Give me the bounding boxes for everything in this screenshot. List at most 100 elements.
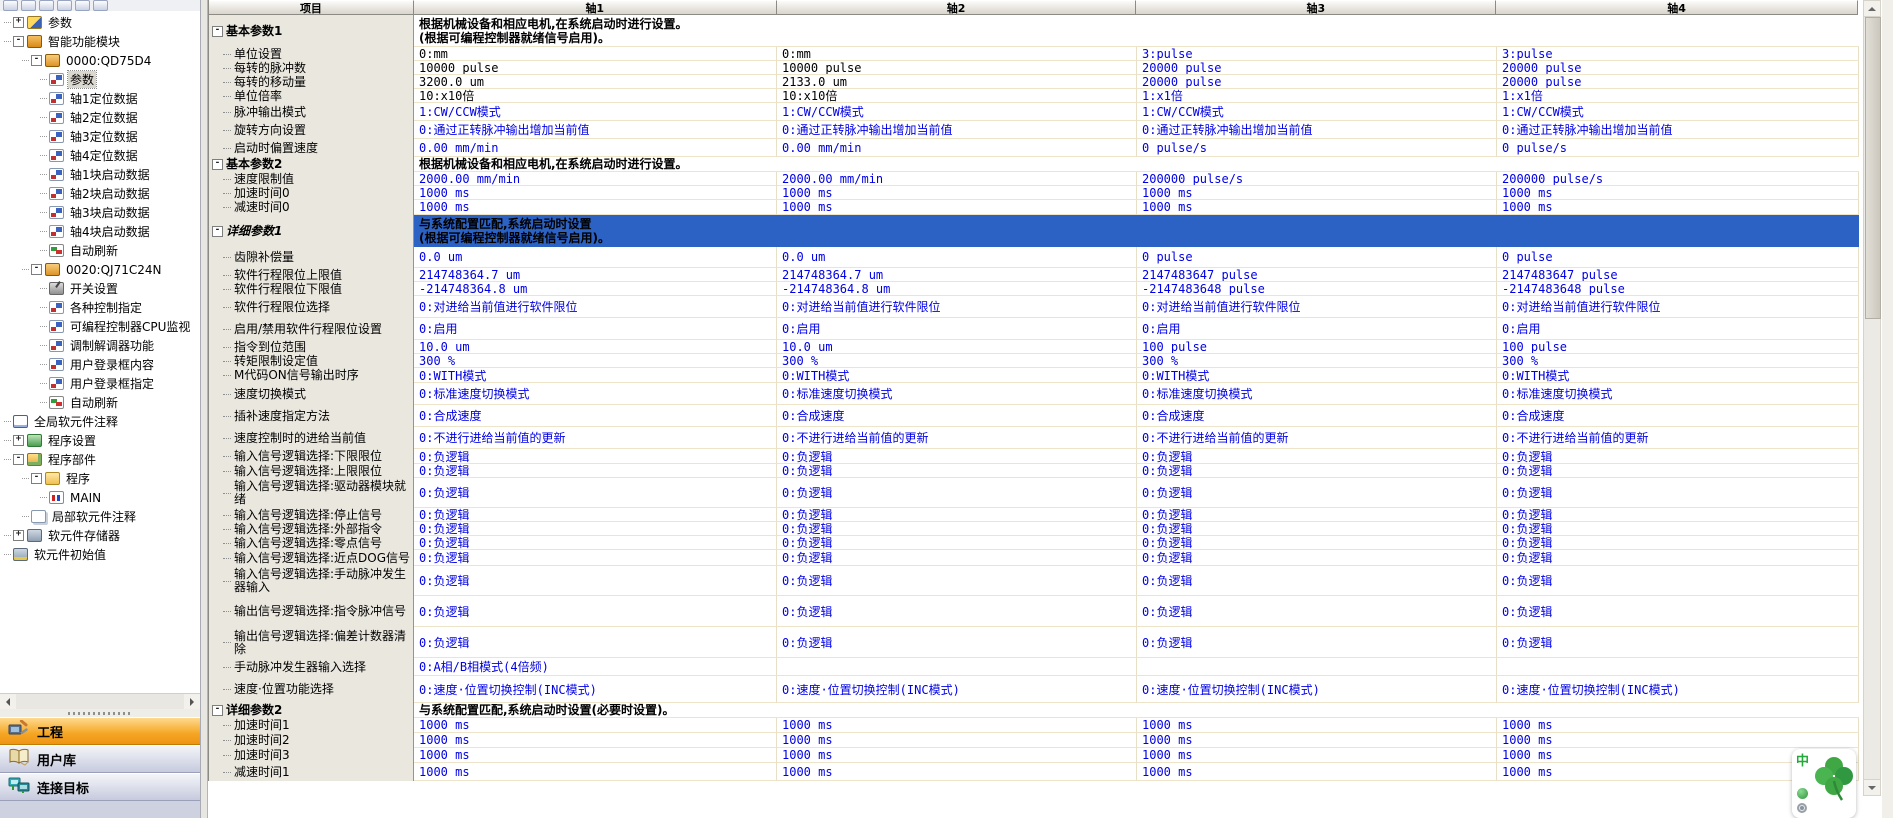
collapse-minus-icon[interactable]: - xyxy=(31,473,42,484)
parameter-value-cell-axis3[interactable]: 100 pulse xyxy=(1137,340,1497,354)
parameter-value-cell-axis1[interactable]: 10:x10倍 xyxy=(414,89,777,103)
parameter-value-cell-axis3[interactable] xyxy=(1137,658,1497,676)
parameter-value-cell-axis1[interactable]: 0:负逻辑 xyxy=(414,478,777,508)
parameter-value-cell-axis1[interactable]: 1000 ms xyxy=(414,733,777,748)
parameter-value-cell-axis4[interactable]: -2147483648 pulse xyxy=(1497,282,1859,296)
expand-plus-icon[interactable]: + xyxy=(13,17,24,28)
parameter-value-cell-axis1[interactable]: 0:负逻辑 xyxy=(414,508,777,522)
parameter-value-cell-axis4[interactable]: 200000 pulse/s xyxy=(1497,172,1859,186)
parameter-value-cell-axis4[interactable]: 3:pulse xyxy=(1497,47,1859,61)
grid-vertical-scrollbar[interactable] xyxy=(1863,0,1881,796)
parameter-value-cell-axis4[interactable]: 1000 ms xyxy=(1497,200,1859,215)
parameter-value-cell-axis4[interactable]: 100 pulse xyxy=(1497,340,1859,354)
parameter-value-cell-axis2[interactable]: 0:标准速度切换模式 xyxy=(777,383,1137,405)
parameter-value-cell-axis1[interactable]: 214748364.7 um xyxy=(414,268,777,282)
parameter-value-cell-axis1[interactable]: 3200.0 um xyxy=(414,75,777,89)
parameter-value-cell-axis4[interactable]: 0:通过正转脉冲输出增加当前值 xyxy=(1497,121,1859,139)
group-description-cell[interactable]: 与系统配置匹配,系统启动时设置(必要时设置)。 xyxy=(414,703,1859,718)
parameter-value-cell-axis2[interactable]: 0:负逻辑 xyxy=(777,566,1137,596)
tree-item[interactable]: 软元件初始值 xyxy=(0,545,200,564)
parameter-value-cell-axis2[interactable]: 0:合成速度 xyxy=(777,405,1137,427)
scroll-left-arrow-icon[interactable] xyxy=(0,694,16,710)
parameter-value-cell-axis3[interactable]: 0:通过正转脉冲输出增加当前值 xyxy=(1137,121,1497,139)
parameter-value-cell-axis1[interactable]: 1000 ms xyxy=(414,186,777,200)
parameter-value-cell-axis1[interactable]: 0:通过正转脉冲输出增加当前值 xyxy=(414,121,777,139)
parameter-value-cell-axis4[interactable]: 1000 ms xyxy=(1497,186,1859,200)
parameter-value-cell-axis1[interactable]: 0:负逻辑 xyxy=(414,536,777,550)
parameter-value-cell-axis3[interactable]: 0:负逻辑 xyxy=(1137,522,1497,536)
collapse-minus-icon[interactable]: - xyxy=(212,705,223,716)
parameter-value-cell-axis4[interactable]: 0:负逻辑 xyxy=(1497,449,1859,464)
parameter-value-cell-axis2[interactable]: 0:负逻辑 xyxy=(777,464,1137,478)
parameter-value-cell-axis2[interactable]: 0:负逻辑 xyxy=(777,449,1137,464)
toolbar-mini-button[interactable] xyxy=(39,0,54,11)
tree-item[interactable]: 轴2定位数据 xyxy=(0,108,200,127)
parameter-value-cell-axis2[interactable]: 1000 ms xyxy=(777,733,1137,748)
parameter-value-cell-axis2[interactable]: 0:负逻辑 xyxy=(777,536,1137,550)
tree-item[interactable]: 轴4块启动数据 xyxy=(0,222,200,241)
collapse-minus-icon[interactable]: - xyxy=(31,264,42,275)
parameter-value-cell-axis4[interactable]: 0 pulse xyxy=(1497,247,1859,268)
tree-item[interactable]: 轴3定位数据 xyxy=(0,127,200,146)
parameter-value-cell-axis2[interactable]: 10:x10倍 xyxy=(777,89,1137,103)
tree-item[interactable]: 局部软元件注释 xyxy=(0,507,200,526)
parameter-value-cell-axis1[interactable]: 10000 pulse xyxy=(414,61,777,75)
parameter-value-cell-axis4[interactable]: 0:负逻辑 xyxy=(1497,536,1859,550)
parameter-value-cell-axis1[interactable]: 0:标准速度切换模式 xyxy=(414,383,777,405)
parameter-value-cell-axis3[interactable]: 0:速度·位置切换控制(INC模式) xyxy=(1137,676,1497,703)
scrollbar-track[interactable] xyxy=(16,694,184,710)
collapse-minus-icon[interactable]: - xyxy=(212,226,223,237)
parameter-value-cell-axis3[interactable]: 0:负逻辑 xyxy=(1137,550,1497,566)
parameter-value-cell-axis3[interactable]: 1000 ms xyxy=(1137,186,1497,200)
tree-item[interactable]: 用户登录框内容 xyxy=(0,355,200,374)
tree-item[interactable]: +参数 xyxy=(0,13,200,32)
parameter-value-cell-axis4[interactable]: 0:负逻辑 xyxy=(1497,596,1859,627)
parameter-value-cell-axis1[interactable]: 0:WITH模式 xyxy=(414,368,777,383)
parameter-value-cell-axis3[interactable]: 0:合成速度 xyxy=(1137,405,1497,427)
parameter-value-cell-axis3[interactable]: 0:负逻辑 xyxy=(1137,596,1497,627)
view-button-user-library[interactable]: 用户库 xyxy=(0,745,200,773)
collapse-minus-icon[interactable]: - xyxy=(13,454,24,465)
parameter-value-cell-axis3[interactable]: 200000 pulse/s xyxy=(1137,172,1497,186)
tree-item[interactable]: 轴1定位数据 xyxy=(0,89,200,108)
tree-item[interactable]: 用户登录框指定 xyxy=(0,374,200,393)
tree-item[interactable]: -0020:QJ71C24N xyxy=(0,260,200,279)
parameter-value-cell-axis3[interactable]: 0 pulse/s xyxy=(1137,139,1497,157)
toolbar-mini-button[interactable] xyxy=(57,0,72,11)
parameter-value-cell-axis3[interactable]: 20000 pulse xyxy=(1137,75,1497,89)
parameter-value-cell-axis4[interactable] xyxy=(1497,658,1859,676)
parameter-value-cell-axis2[interactable]: 1000 ms xyxy=(777,763,1137,781)
parameter-value-cell-axis2[interactable]: 0:不进行进给当前值的更新 xyxy=(777,427,1137,449)
parameter-value-cell-axis2[interactable]: 0:通过正转脉冲输出增加当前值 xyxy=(777,121,1137,139)
parameter-value-cell-axis3[interactable]: 0:WITH模式 xyxy=(1137,368,1497,383)
parameter-value-cell-axis3[interactable]: 2147483647 pulse xyxy=(1137,268,1497,282)
parameter-value-cell-axis2[interactable]: 1000 ms xyxy=(777,200,1137,215)
tree-horizontal-scrollbar[interactable] xyxy=(0,693,200,710)
parameter-value-cell-axis1[interactable]: 0:负逻辑 xyxy=(414,464,777,478)
parameter-value-cell-axis3[interactable]: 1000 ms xyxy=(1137,748,1497,763)
parameter-value-cell-axis4[interactable]: 2147483647 pulse xyxy=(1497,268,1859,282)
parameter-value-cell-axis1[interactable]: 0:负逻辑 xyxy=(414,522,777,536)
parameter-value-cell-axis4[interactable]: 0:WITH模式 xyxy=(1497,368,1859,383)
parameter-value-cell-axis1[interactable]: 0:负逻辑 xyxy=(414,566,777,596)
parameter-value-cell-axis2[interactable]: 0:mm xyxy=(777,47,1137,61)
tree-item[interactable]: -程序部件 xyxy=(0,450,200,469)
tree-item[interactable]: 调制解调器功能 xyxy=(0,336,200,355)
tree-item[interactable]: 自动刷新 xyxy=(0,393,200,412)
parameter-value-cell-axis3[interactable]: 1000 ms xyxy=(1137,733,1497,748)
ime-green-dot[interactable] xyxy=(1797,788,1808,799)
view-button-project[interactable]: 工程 xyxy=(0,717,200,745)
tree-item[interactable]: 参数 xyxy=(0,70,200,89)
parameter-value-cell-axis1[interactable]: 0:速度·位置切换控制(INC模式) xyxy=(414,676,777,703)
parameter-value-cell-axis1[interactable]: 1000 ms xyxy=(414,763,777,781)
expand-plus-icon[interactable]: + xyxy=(13,530,24,541)
parameter-value-cell-axis1[interactable]: 1000 ms xyxy=(414,200,777,215)
parameter-value-cell-axis4[interactable]: 0:不进行进给当前值的更新 xyxy=(1497,427,1859,449)
tree-item[interactable]: 轴3块启动数据 xyxy=(0,203,200,222)
parameter-value-cell-axis2[interactable]: 0:速度·位置切换控制(INC模式) xyxy=(777,676,1137,703)
parameter-value-cell-axis1[interactable]: 1000 ms xyxy=(414,718,777,733)
parameter-value-cell-axis4[interactable]: 1:x1倍 xyxy=(1497,89,1859,103)
tree-item[interactable]: 轴4定位数据 xyxy=(0,146,200,165)
toolbar-mini-button[interactable] xyxy=(21,0,36,11)
parameter-value-cell-axis4[interactable]: 0:负逻辑 xyxy=(1497,464,1859,478)
